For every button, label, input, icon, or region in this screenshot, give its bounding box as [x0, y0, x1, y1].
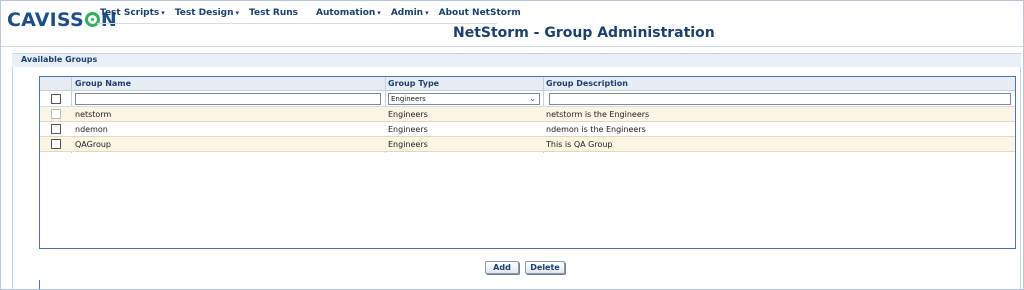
caret-down-icon: ▾ [425, 9, 429, 17]
table-row[interactable]: netstorm Engineers netstorm is the Engin… [40, 107, 1015, 122]
group-description-cell: ndemon is the Engineers [546, 125, 646, 134]
app-header: CAVISS N Test Scripts ▾ Test Design ▾ Test … [1, 1, 1023, 47]
filter-row: Engineers ⌄ [40, 91, 1015, 107]
row-checkbox[interactable] [51, 139, 61, 149]
menu-test-design[interactable]: Test Design ▾ [170, 8, 244, 18]
caret-down-icon: ▾ [161, 9, 165, 17]
logo-text: CAVISS [7, 9, 84, 31]
menu-test-runs[interactable]: Test Runs [244, 8, 303, 18]
group-type-cell: Engineers [388, 110, 428, 119]
group-name-filter-input[interactable] [75, 93, 381, 105]
section-title: Available Groups [21, 55, 98, 64]
group-description-cell: This is QA Group [546, 140, 613, 149]
menu-test-scripts[interactable]: Test Scripts ▾ [95, 8, 170, 18]
main-menu: Test Scripts ▾ Test Design ▾ Test Runs Aut… [95, 3, 526, 23]
group-description-cell: netstorm is the Engineers [546, 110, 650, 119]
group-type-cell: Engineers [388, 140, 428, 149]
group-description-filter-input[interactable] [549, 93, 1011, 105]
group-type-cell: Engineers [388, 125, 428, 134]
menu-about-netstorm[interactable]: About NetStorm [434, 8, 526, 18]
page-title: NetStorm - Group Administration [453, 25, 715, 41]
chevron-down-icon: ⌄ [529, 94, 536, 103]
grid-edge [39, 280, 40, 289]
section-border-left [12, 53, 13, 289]
delete-button[interactable]: Delete [525, 261, 565, 274]
column-header-group-name[interactable]: Group Name [75, 79, 131, 88]
table-row[interactable]: QAGroup Engineers This is QA Group [40, 137, 1015, 152]
menu-admin[interactable]: Admin ▾ [386, 8, 434, 18]
group-type-selected-value: Engineers [391, 95, 426, 103]
section-border-right [1020, 53, 1021, 289]
group-name-cell: QAGroup [75, 140, 111, 149]
group-type-filter-select[interactable]: Engineers ⌄ [388, 93, 540, 105]
add-button[interactable]: Add [485, 261, 519, 274]
header-divider [1, 46, 1023, 47]
group-name-cell: netstorm [75, 110, 112, 119]
select-all-checkbox[interactable] [51, 94, 61, 104]
column-header-group-description[interactable]: Group Description [546, 79, 628, 88]
groups-grid: Group Name Group Type Group Description … [39, 76, 1016, 249]
caret-down-icon: ▾ [377, 9, 381, 17]
grid-header-row: Group Name Group Type Group Description [40, 77, 1015, 91]
section-header: Available Groups [12, 53, 1021, 67]
row-checkbox [51, 109, 61, 119]
menu-divider [97, 23, 497, 24]
menu-automation[interactable]: Automation ▾ [311, 8, 386, 18]
column-header-group-type[interactable]: Group Type [388, 79, 439, 88]
group-name-cell: ndemon [75, 125, 108, 134]
table-row[interactable]: ndemon Engineers ndemon is the Engineers [40, 122, 1015, 137]
caret-down-icon: ▾ [235, 9, 240, 17]
row-checkbox[interactable] [51, 124, 61, 134]
